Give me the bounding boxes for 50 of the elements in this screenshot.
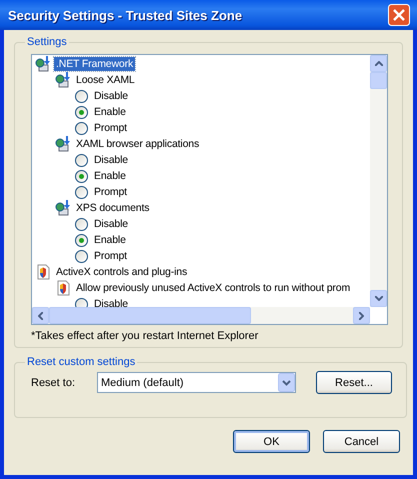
radio-button[interactable] <box>75 234 88 246</box>
radio-button[interactable] <box>75 250 88 262</box>
radio-option[interactable]: Enable <box>75 234 126 246</box>
setting-label[interactable]: Allow previously unused ActiveX controls to run without prom <box>74 281 352 295</box>
radio-option[interactable]: Disable <box>75 154 128 166</box>
radio-option[interactable]: Disable <box>75 218 128 230</box>
reset-level-dropdown[interactable]: Medium (default) <box>97 372 296 393</box>
group-label: Settings <box>26 36 68 48</box>
radio-button[interactable] <box>75 154 88 166</box>
group-label: Reset custom settings <box>26 356 136 368</box>
network-download-icon <box>55 136 71 152</box>
radio-option[interactable]: Enable <box>75 106 126 118</box>
reset-to-label: Reset to: <box>31 376 76 388</box>
shield-icon <box>55 280 71 296</box>
radio-button[interactable] <box>75 170 88 182</box>
reset-button[interactable]: Reset... <box>316 371 392 394</box>
setting-label[interactable]: .NET Framework <box>54 57 136 71</box>
radio-option[interactable]: Prompt <box>75 122 127 134</box>
network-download-icon <box>55 72 71 88</box>
vertical-scrollbar[interactable] <box>370 55 387 307</box>
radio-button[interactable] <box>75 218 88 230</box>
close-icon[interactable] <box>388 4 410 26</box>
shield-icon <box>35 264 51 280</box>
radio-button[interactable] <box>75 90 88 102</box>
setting-label[interactable]: XPS documents <box>74 201 152 215</box>
cancel-button[interactable]: Cancel <box>323 430 400 453</box>
radio-option[interactable]: Disable <box>75 90 128 102</box>
radio-option[interactable]: Enable <box>75 170 126 182</box>
network-download-icon <box>55 200 71 216</box>
radio-option[interactable]: Prompt <box>75 250 127 262</box>
scroll-up-button[interactable] <box>370 55 387 72</box>
network-download-icon <box>35 56 51 72</box>
setting-label[interactable]: XAML browser applications <box>74 137 202 151</box>
window-title: Security Settings - Trusted Sites Zone <box>8 8 242 22</box>
setting-label[interactable]: ActiveX controls and plug-ins <box>54 265 190 279</box>
radio-button[interactable] <box>75 186 88 198</box>
scroll-thumb[interactable] <box>370 72 387 89</box>
horizontal-scrollbar[interactable] <box>32 307 370 324</box>
scroll-thumb[interactable] <box>49 307 251 324</box>
radio-button[interactable] <box>75 122 88 134</box>
scroll-left-button[interactable] <box>32 307 49 324</box>
scroll-right-button[interactable] <box>353 307 370 324</box>
radio-option[interactable]: Prompt <box>75 186 127 198</box>
radio-button[interactable] <box>75 298 88 307</box>
restart-note: *Takes effect after you restart Internet Explorer <box>31 330 260 342</box>
scroll-down-button[interactable] <box>370 290 387 307</box>
radio-button[interactable] <box>75 106 88 118</box>
setting-label[interactable]: Loose XAML <box>74 73 137 87</box>
caret-icon[interactable] <box>278 373 295 392</box>
ok-button[interactable]: OK <box>233 430 310 453</box>
